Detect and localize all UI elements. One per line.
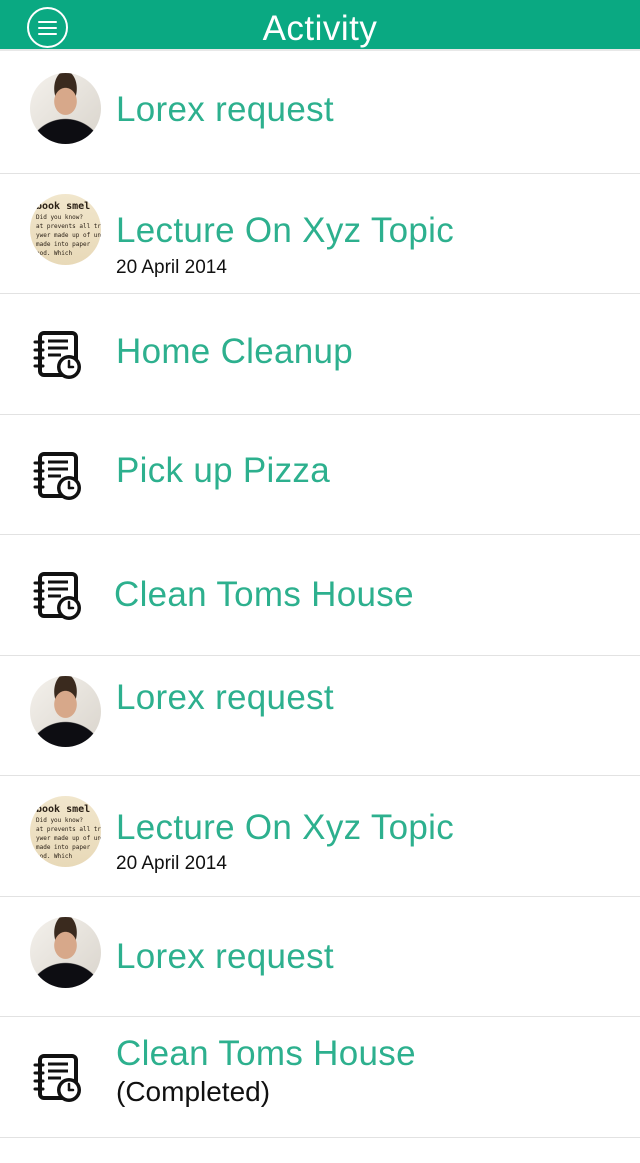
activity-list: Lorex request book smel Did you know? at… bbox=[0, 53, 640, 1138]
book-avatar-text: book smel bbox=[36, 201, 91, 212]
task-notepad-clock-icon bbox=[33, 572, 81, 620]
book-avatar-text: ood. Which bbox=[36, 250, 73, 257]
book-avatar-text: at prevents all tree bbox=[36, 223, 101, 230]
list-item[interactable]: Pick up Pizza bbox=[0, 415, 640, 535]
book-avatar-text: Did you know? bbox=[36, 214, 83, 221]
item-title: Pick up Pizza bbox=[116, 450, 330, 490]
book-avatar: book smel Did you know? at prevents all … bbox=[30, 796, 101, 867]
page-title: Activity bbox=[262, 9, 378, 48]
item-title: Lorex request bbox=[116, 677, 334, 717]
list-item[interactable]: Lorex request bbox=[0, 53, 640, 174]
person-avatar bbox=[30, 916, 101, 988]
book-avatar-text: ood. Which bbox=[36, 852, 73, 860]
item-title: Lecture On Xyz Topic bbox=[116, 210, 455, 250]
item-title: Home Cleanup bbox=[116, 332, 354, 371]
list-item[interactable]: Lorex request bbox=[0, 897, 640, 1017]
list-item[interactable]: Lorex request bbox=[0, 656, 640, 776]
item-status: (Completed) bbox=[116, 1076, 271, 1107]
item-title: Lorex request bbox=[116, 90, 334, 129]
book-avatar-text: at prevents all tree bbox=[36, 825, 101, 833]
task-notepad-clock-icon bbox=[33, 1054, 81, 1102]
person-avatar bbox=[30, 675, 101, 747]
book-avatar-text: ywer made up of un bbox=[36, 834, 101, 842]
list-item[interactable]: book smel Did you know? at prevents all … bbox=[0, 776, 640, 897]
book-avatar-text: book smel bbox=[36, 803, 91, 815]
book-avatar-text: Did you know? bbox=[36, 816, 83, 824]
person-avatar bbox=[30, 73, 101, 144]
item-date: 20 April 2014 bbox=[116, 256, 227, 278]
book-avatar-text: made into paper bbox=[36, 843, 91, 851]
app-header: Activity bbox=[0, 0, 640, 51]
item-title: Lecture On Xyz Topic bbox=[116, 808, 455, 847]
list-item[interactable]: book smel Did you know? at prevents all … bbox=[0, 174, 640, 294]
item-title: Lorex request bbox=[116, 936, 334, 976]
list-item[interactable]: Clean Toms House (Completed) bbox=[0, 1017, 640, 1138]
list-item[interactable]: Clean Toms House bbox=[0, 535, 640, 656]
item-title: Clean Toms House bbox=[116, 1034, 416, 1073]
book-avatar-text: ywer made up of un bbox=[36, 232, 101, 239]
task-notepad-clock-icon bbox=[33, 331, 81, 379]
book-avatar-text: made into paper bbox=[36, 241, 91, 248]
book-avatar: book smel Did you know? at prevents all … bbox=[30, 193, 101, 265]
item-date: 20 April 2014 bbox=[116, 853, 227, 874]
list-item[interactable]: Home Cleanup bbox=[0, 294, 640, 415]
task-notepad-clock-icon bbox=[33, 451, 81, 500]
item-title: Clean Toms House bbox=[114, 575, 414, 614]
